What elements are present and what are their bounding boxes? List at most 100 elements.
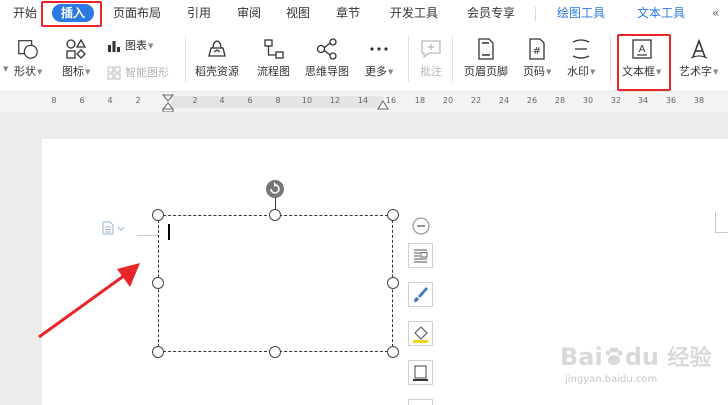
tab-drawing-tools[interactable]: 绘图工具	[557, 5, 605, 21]
mind-map-icon	[315, 37, 339, 61]
ruler-number: 4	[219, 96, 225, 105]
resize-handle-right[interactable]	[387, 277, 399, 289]
ruler-number: 8	[51, 96, 57, 105]
comment-button[interactable]: 批注	[419, 37, 443, 79]
more-button[interactable]: 更多▼	[365, 37, 393, 79]
chevron-down-icon[interactable]: ▼	[3, 65, 8, 73]
docer-resources-icon	[205, 37, 229, 61]
shape-outline-button[interactable]	[408, 360, 433, 385]
watermark-brand: Bai	[560, 343, 603, 371]
margin-corner-mark	[715, 212, 716, 232]
docer-resources-button[interactable]: 稻壳资源	[195, 37, 239, 79]
right-indent-marker-icon[interactable]	[377, 100, 389, 110]
horizontal-ruler[interactable]: 8 6 4 2 2 4 6 8 10 12 14 16 18 20 22 24 …	[0, 92, 728, 112]
ruler-number: 12	[329, 96, 341, 105]
more-tool-button[interactable]	[408, 399, 433, 405]
tab-start[interactable]: 开始	[13, 5, 37, 21]
flowchart-button[interactable]: 流程图	[257, 37, 290, 79]
page-number-button[interactable]: # 页码▼	[523, 37, 551, 79]
ruler-number: 2	[135, 96, 141, 105]
watermark-label: 水印	[567, 65, 589, 78]
tab-developer[interactable]: 开发工具	[390, 5, 438, 21]
resize-handle-bottom-left[interactable]	[152, 346, 164, 358]
ruler-number: 22	[470, 96, 482, 105]
header-footer-label: 页眉页脚	[464, 65, 508, 78]
chevron-down-icon: ▼	[713, 68, 719, 76]
text-box-frame[interactable]	[158, 215, 393, 352]
ruler-number: 14	[357, 96, 369, 105]
chevron-down-icon: ▼	[85, 68, 91, 76]
tab-sections[interactable]: 章节	[336, 5, 360, 21]
header-footer-button[interactable]: 页眉页脚	[464, 37, 508, 79]
paragraph-layout-icon[interactable]	[101, 221, 127, 235]
ribbon-divider	[610, 36, 611, 82]
ruler-number: 38	[693, 96, 705, 105]
margin-corner-mark	[137, 235, 158, 236]
tab-view[interactable]: 视图	[286, 5, 310, 21]
resize-handle-bottom-right[interactable]	[387, 346, 399, 358]
shape-style-button[interactable]	[408, 282, 433, 307]
left-indent-marker-icon[interactable]	[162, 94, 174, 112]
ribbon-tab-bar: 开始 插入 页面布局 引用 审阅 视图 章节 开发工具 会员专享 绘图工具 文本…	[0, 0, 728, 28]
shape-icon	[16, 37, 40, 61]
smart-art-label: 智能图形	[125, 66, 169, 79]
rotate-handle-icon[interactable]	[265, 179, 285, 199]
ruler-number: 32	[610, 96, 622, 105]
ruler-number: 2	[192, 96, 198, 105]
highlight-insert-tab	[41, 1, 102, 27]
icon-library-button[interactable]: 图标▼	[62, 37, 90, 79]
mind-map-label: 思维导图	[305, 65, 349, 78]
smart-art-icon	[107, 66, 121, 80]
collapse-toolbar-icon[interactable]	[412, 217, 430, 235]
more-label: 更多	[365, 65, 387, 78]
red-arrow-annotation	[38, 263, 140, 339]
text-wrap-icon	[414, 249, 428, 263]
layout-options-button[interactable]	[408, 243, 433, 268]
baidu-watermark: Bai du 经验	[560, 340, 711, 372]
shape-fill-button[interactable]	[408, 321, 433, 346]
resize-handle-top[interactable]	[269, 209, 281, 221]
watermark-button[interactable]: 水印▼	[567, 37, 595, 79]
comment-label: 批注	[420, 65, 442, 78]
tab-divider	[535, 7, 536, 21]
watermark-url: jingyan.baidu.com	[565, 374, 658, 385]
bar-chart-icon	[108, 41, 120, 52]
ruler-number: 26	[526, 96, 538, 105]
resize-handle-left[interactable]	[152, 277, 164, 289]
chevron-down-icon: ▼	[546, 68, 552, 76]
tab-review[interactable]: 审阅	[237, 5, 261, 21]
tab-references[interactable]: 引用	[187, 5, 211, 21]
svg-text:#: #	[533, 46, 541, 57]
word-art-button[interactable]: 艺术字▼	[679, 37, 718, 79]
shape-button[interactable]: 形状▼	[14, 37, 42, 79]
mind-map-button[interactable]: 思维导图	[305, 37, 349, 79]
resize-handle-top-right[interactable]	[387, 209, 399, 221]
ruler-number: 4	[107, 96, 113, 105]
flowchart-icon	[262, 37, 286, 61]
smart-art-button[interactable]: 智能图形	[107, 66, 169, 80]
tab-text-tools[interactable]: 文本工具	[637, 5, 685, 21]
tab-member[interactable]: 会员专享	[467, 5, 515, 21]
docer-resources-label: 稻壳资源	[195, 65, 239, 78]
icon-library-label: 图标	[62, 65, 84, 78]
chevron-down-icon: ▼	[148, 42, 154, 50]
chart-button[interactable]: 图表 ▼	[107, 39, 153, 53]
ribbon-divider	[408, 36, 409, 82]
word-art-icon	[687, 37, 711, 61]
margin-corner-mark	[715, 232, 728, 233]
ruler-number: 34	[637, 96, 649, 105]
tab-overflow-chevron[interactable]: «	[712, 5, 719, 21]
resize-handle-top-left[interactable]	[152, 209, 164, 221]
flowchart-label: 流程图	[257, 65, 290, 78]
chevron-down-icon: ▼	[590, 68, 596, 76]
chevron-down-icon: ▼	[37, 68, 43, 76]
header-footer-icon	[474, 37, 498, 61]
wps-writer-window: 开始 插入 页面布局 引用 审阅 视图 章节 开发工具 会员专享 绘图工具 文本…	[0, 0, 728, 405]
tab-page-layout[interactable]: 页面布局	[113, 5, 161, 21]
ruler-number: 30	[582, 96, 594, 105]
fill-bucket-icon	[413, 326, 428, 343]
resize-handle-bottom[interactable]	[269, 346, 281, 358]
ruler-number: 28	[554, 96, 566, 105]
highlight-text-box-button	[617, 34, 671, 91]
ribbon-divider	[452, 36, 453, 82]
